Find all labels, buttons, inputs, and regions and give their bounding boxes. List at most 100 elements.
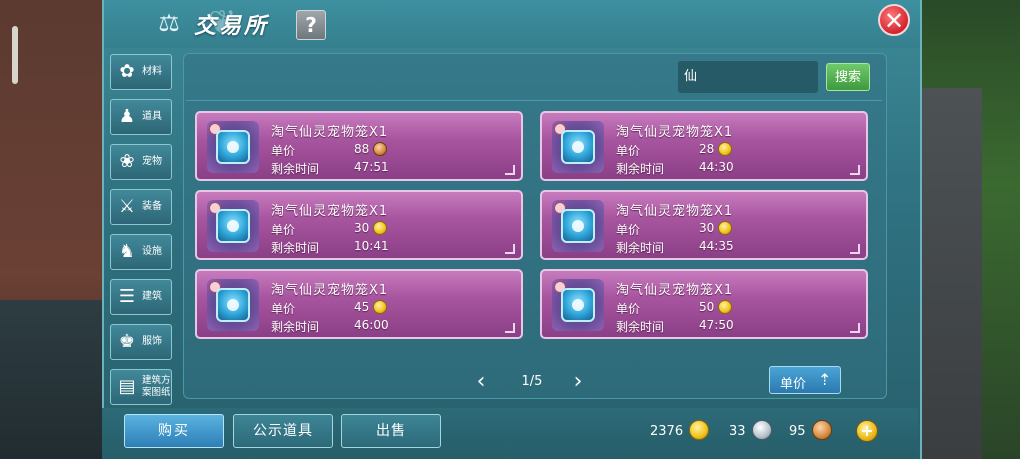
pet-cage-icon xyxy=(207,200,259,252)
gold-balance: 2376 xyxy=(650,420,710,440)
paw-icon: ❀ xyxy=(119,151,135,172)
listing-card[interactable]: 淘气仙灵宠物笼X1 单价 88 剩余时间 47:51 xyxy=(195,111,523,181)
corner-icon xyxy=(505,323,515,333)
pet-icon xyxy=(216,209,250,243)
time-row: 剩余时间 46:00 xyxy=(271,318,389,335)
price-label: 单价 xyxy=(616,223,641,237)
background-scene-left xyxy=(0,0,104,459)
next-page-icon[interactable]: › xyxy=(568,370,588,394)
divider xyxy=(186,100,882,101)
sidebar-item-facilities[interactable]: ♞ 设施 xyxy=(110,234,172,270)
blueprint-icon: ▤ xyxy=(118,376,136,397)
sidebar-item-blueprints[interactable]: ▤ 建筑方案图纸 xyxy=(110,369,172,405)
listing-card[interactable]: 淘气仙灵宠物笼X1 单价 45 剩余时间 46:00 xyxy=(195,269,523,339)
sidebar-item-equipment[interactable]: ⚔ 装备 xyxy=(110,189,172,225)
search-input[interactable]: 仙 xyxy=(678,61,818,93)
sidebar-item-label: 装备 xyxy=(142,201,162,212)
category-sidebar: ✿ 材料 ♟ 道具 ❀ 宠物 ⚔ 装备 ♞ 设施 ☰ 建筑 ♚ 服饰 ▤ 建筑方… xyxy=(110,54,174,414)
sort-by-price-button[interactable]: 单价 ⇡ xyxy=(769,366,841,394)
sell-button[interactable]: 出售 xyxy=(341,414,441,448)
gold-coin-icon xyxy=(718,300,733,314)
price-row: 单价 30 xyxy=(616,221,733,238)
time-value: 44:30 xyxy=(699,160,734,174)
sort-arrow-icon: ⇡ xyxy=(818,370,832,389)
time-value: 46:00 xyxy=(354,318,389,332)
gold-coin-icon xyxy=(718,142,733,156)
time-row: 剩余时间 44:30 xyxy=(616,160,734,177)
silver-balance: 33 xyxy=(729,420,772,440)
prev-page-icon[interactable]: ‹ xyxy=(471,370,491,394)
price-label: 单价 xyxy=(271,223,296,237)
background-wall xyxy=(919,88,982,459)
search-button[interactable]: 搜索 xyxy=(826,63,870,91)
price-row: 单价 30 xyxy=(271,221,388,238)
price-value: 30 xyxy=(699,221,715,235)
add-currency-button[interactable]: + xyxy=(856,420,878,442)
pet-cage-icon xyxy=(207,121,259,173)
public-items-button[interactable]: 公示道具 xyxy=(233,414,333,448)
background-light-strip xyxy=(12,26,18,84)
price-label: 单价 xyxy=(616,144,641,158)
pet-icon xyxy=(561,130,595,164)
help-button[interactable]: ? xyxy=(296,10,326,40)
time-row: 剩余时间 10:41 xyxy=(271,239,389,256)
time-value: 10:41 xyxy=(354,239,389,253)
bronze-coin-icon xyxy=(373,142,388,156)
time-label: 剩余时间 xyxy=(616,241,665,255)
close-button[interactable]: ✕ xyxy=(878,4,910,36)
pet-icon xyxy=(561,288,595,322)
listing-card[interactable]: 淘气仙灵宠物笼X1 单价 50 剩余时间 47:50 xyxy=(540,269,868,339)
gold-coin-icon xyxy=(373,221,388,235)
scales-icon: ⚖ xyxy=(158,9,180,37)
sort-label: 单价 xyxy=(780,377,807,392)
facility-icon: ♞ xyxy=(118,241,136,262)
time-label: 剩余时间 xyxy=(271,241,320,255)
clothing-icon: ♚ xyxy=(118,331,136,352)
price-label: 单价 xyxy=(271,302,296,316)
price-value: 28 xyxy=(699,142,715,156)
buy-button[interactable]: 购买 xyxy=(124,414,224,448)
pet-cage-icon xyxy=(552,121,604,173)
sidebar-item-label: 材料 xyxy=(142,66,162,77)
price-label: 单价 xyxy=(271,144,296,158)
time-row: 剩余时间 44:35 xyxy=(616,239,734,256)
price-value: 88 xyxy=(354,142,370,156)
bronze-amount: 95 xyxy=(789,424,806,439)
price-row: 单价 45 xyxy=(271,300,388,317)
building-icon: ☰ xyxy=(118,286,136,307)
sidebar-item-label: 服饰 xyxy=(142,336,162,347)
price-label: 单价 xyxy=(616,302,641,316)
listing-card[interactable]: 淘气仙灵宠物笼X1 单价 30 剩余时间 44:35 xyxy=(540,190,868,260)
corner-icon xyxy=(505,244,515,254)
bronze-balance: 95 xyxy=(789,420,832,440)
bronze-coin-icon xyxy=(811,420,832,440)
time-row: 剩余时间 47:51 xyxy=(271,160,389,177)
item-name: 淘气仙灵宠物笼X1 xyxy=(271,283,389,298)
pet-icon xyxy=(216,288,250,322)
price-value: 45 xyxy=(354,300,370,314)
sidebar-item-pets[interactable]: ❀ 宠物 xyxy=(110,144,172,180)
sidebar-item-props[interactable]: ♟ 道具 xyxy=(110,99,172,135)
time-row: 剩余时间 47:50 xyxy=(616,318,734,335)
item-name: 淘气仙灵宠物笼X1 xyxy=(271,204,389,219)
gold-coin-icon xyxy=(373,300,388,314)
time-value: 47:51 xyxy=(354,160,389,174)
potion-icon: ♟ xyxy=(118,106,136,127)
sword-icon: ⚔ xyxy=(118,196,136,217)
page-title: 交易所 xyxy=(194,14,270,39)
listing-card[interactable]: 淘气仙灵宠物笼X1 单价 30 剩余时间 10:41 xyxy=(195,190,523,260)
sidebar-item-label: 建筑方案图纸 xyxy=(142,375,171,398)
materials-icon: ✿ xyxy=(119,61,135,82)
sidebar-item-clothing[interactable]: ♚ 服饰 xyxy=(110,324,172,360)
price-row: 单价 28 xyxy=(616,142,733,159)
sidebar-item-label: 建筑 xyxy=(142,291,162,302)
silver-amount: 33 xyxy=(729,424,746,439)
gold-coin-icon xyxy=(689,420,710,440)
time-value: 47:50 xyxy=(699,318,734,332)
sidebar-item-buildings[interactable]: ☰ 建筑 xyxy=(110,279,172,315)
sidebar-item-materials[interactable]: ✿ 材料 xyxy=(110,54,172,90)
silver-coin-icon xyxy=(751,420,772,440)
time-label: 剩余时间 xyxy=(271,162,320,176)
time-label: 剩余时间 xyxy=(616,320,665,334)
listing-card[interactable]: 淘气仙灵宠物笼X1 单价 28 剩余时间 44:30 xyxy=(540,111,868,181)
